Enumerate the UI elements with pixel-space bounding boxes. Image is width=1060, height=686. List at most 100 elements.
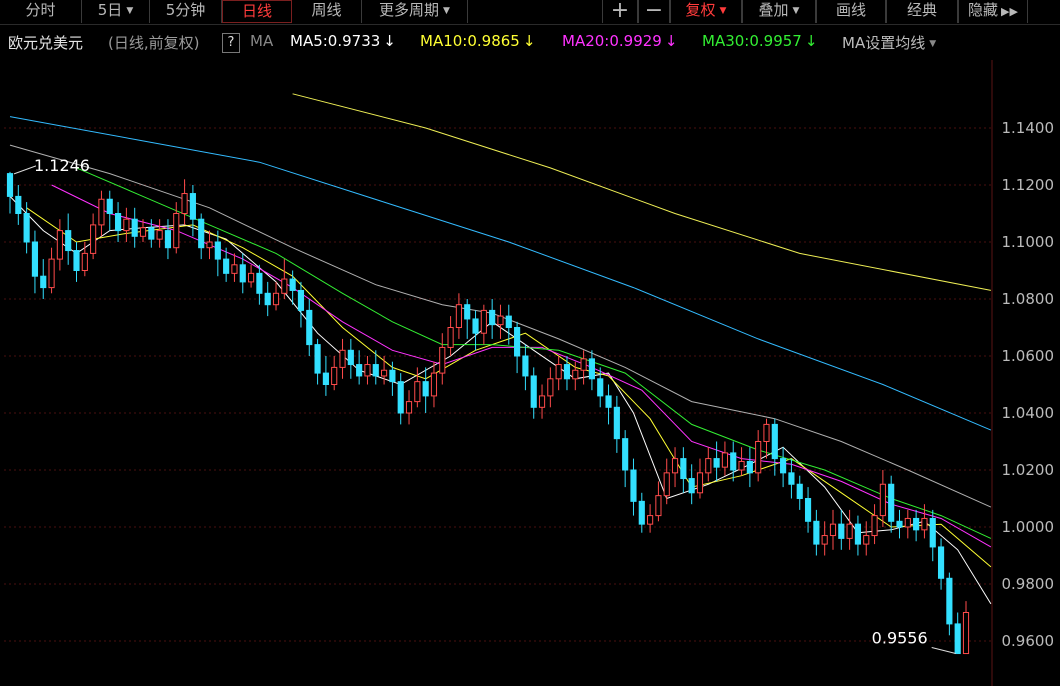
candle-body xyxy=(854,523,862,545)
candle-body xyxy=(921,517,928,531)
candle-body xyxy=(48,258,55,289)
candle-body xyxy=(23,213,30,243)
y-tick-label: 1.0000 xyxy=(1002,518,1055,536)
candle-body xyxy=(954,623,961,655)
candle-body xyxy=(455,304,462,329)
candle-body xyxy=(347,349,354,366)
y-tick-label: 1.1000 xyxy=(1002,233,1055,251)
candle-body xyxy=(771,423,778,460)
candle-body xyxy=(738,460,745,471)
candle-body xyxy=(106,198,113,214)
candle-body xyxy=(206,241,213,249)
candle-body xyxy=(281,278,288,294)
candle-body xyxy=(721,452,728,468)
candle-body xyxy=(173,213,180,249)
candle-body xyxy=(530,375,537,408)
candle-body xyxy=(272,292,280,306)
high-marker-line xyxy=(13,165,37,175)
candle-body xyxy=(56,230,63,260)
ma-line-ma5 xyxy=(9,196,992,605)
candle-body xyxy=(214,241,221,260)
candle-body xyxy=(730,452,737,471)
candle-body xyxy=(763,423,770,442)
candle-body xyxy=(896,520,903,528)
candle-body xyxy=(15,195,22,214)
candle-body xyxy=(356,364,363,377)
candle-body xyxy=(538,395,546,408)
y-tick-label: 0.9600 xyxy=(1002,632,1055,650)
candle-body xyxy=(397,381,404,414)
ma-line-ma20 xyxy=(51,184,992,548)
candle-body xyxy=(239,264,246,283)
candle-body xyxy=(871,515,878,537)
candle-body xyxy=(655,495,662,517)
candle-body xyxy=(630,469,637,502)
candle-body xyxy=(489,309,496,326)
candle-body xyxy=(306,309,313,346)
candle-body xyxy=(430,372,438,397)
candle-body xyxy=(563,364,571,380)
candle-body xyxy=(746,460,753,474)
candle-body xyxy=(705,458,712,474)
candle-body xyxy=(447,327,454,348)
candle-body xyxy=(98,198,105,226)
candle-body xyxy=(929,517,936,548)
candle-body xyxy=(156,230,163,240)
candle-body xyxy=(331,366,338,385)
candle-body xyxy=(339,349,346,368)
candle-body xyxy=(821,535,828,545)
candle-body xyxy=(780,458,787,474)
candle-body xyxy=(314,344,321,374)
candle-body xyxy=(846,523,853,539)
candle-body xyxy=(946,577,953,625)
candle-body xyxy=(588,358,595,380)
candle-body xyxy=(671,458,679,474)
candle-body xyxy=(788,472,795,485)
candle-body xyxy=(829,523,837,537)
candle-body xyxy=(713,458,720,468)
candle-body xyxy=(422,381,429,397)
y-tick-label: 1.0600 xyxy=(1002,347,1055,365)
candle-body xyxy=(597,378,604,397)
candle-body xyxy=(131,218,138,237)
candle-body xyxy=(223,258,230,274)
candle-body xyxy=(962,612,970,655)
y-tick-label: 1.0400 xyxy=(1002,404,1055,422)
candle-body xyxy=(231,264,238,274)
candlestick-chart[interactable]: 1.1400 1.1200 1.1000 1.0800 1.0600 1.0400 1.02… xyxy=(0,0,1060,686)
candle-body xyxy=(181,193,188,215)
candle-body xyxy=(90,224,97,254)
candle-body xyxy=(264,292,271,306)
candle-body xyxy=(123,218,130,232)
candle-body xyxy=(256,272,263,294)
candle-body xyxy=(613,406,620,440)
candle-body xyxy=(572,369,579,380)
candle-body xyxy=(555,364,562,380)
candle-body xyxy=(6,173,14,197)
candle-body xyxy=(65,230,72,252)
candle-body xyxy=(622,438,629,471)
candle-body xyxy=(81,252,88,271)
candle-body xyxy=(497,315,504,326)
candle-body xyxy=(838,523,845,539)
candle-body xyxy=(514,327,521,357)
candle-body xyxy=(148,227,155,240)
candle-body xyxy=(73,250,80,272)
low-marker-line xyxy=(931,647,956,655)
candle-body xyxy=(863,535,870,545)
candle-body xyxy=(580,358,587,371)
candle-body xyxy=(480,309,487,334)
candle-body xyxy=(522,355,529,377)
candle-body xyxy=(248,272,255,283)
candle-body xyxy=(913,517,920,531)
candle-body xyxy=(31,241,39,277)
candle-body xyxy=(40,275,47,289)
candle-body xyxy=(547,378,554,397)
candle-body xyxy=(638,500,645,525)
candle-body xyxy=(904,517,911,528)
candle-body xyxy=(139,227,147,237)
candle-body xyxy=(464,304,471,320)
ma-line-ma10 xyxy=(26,207,992,568)
ma-line-ma120 xyxy=(9,116,992,431)
candle-body xyxy=(605,395,612,408)
